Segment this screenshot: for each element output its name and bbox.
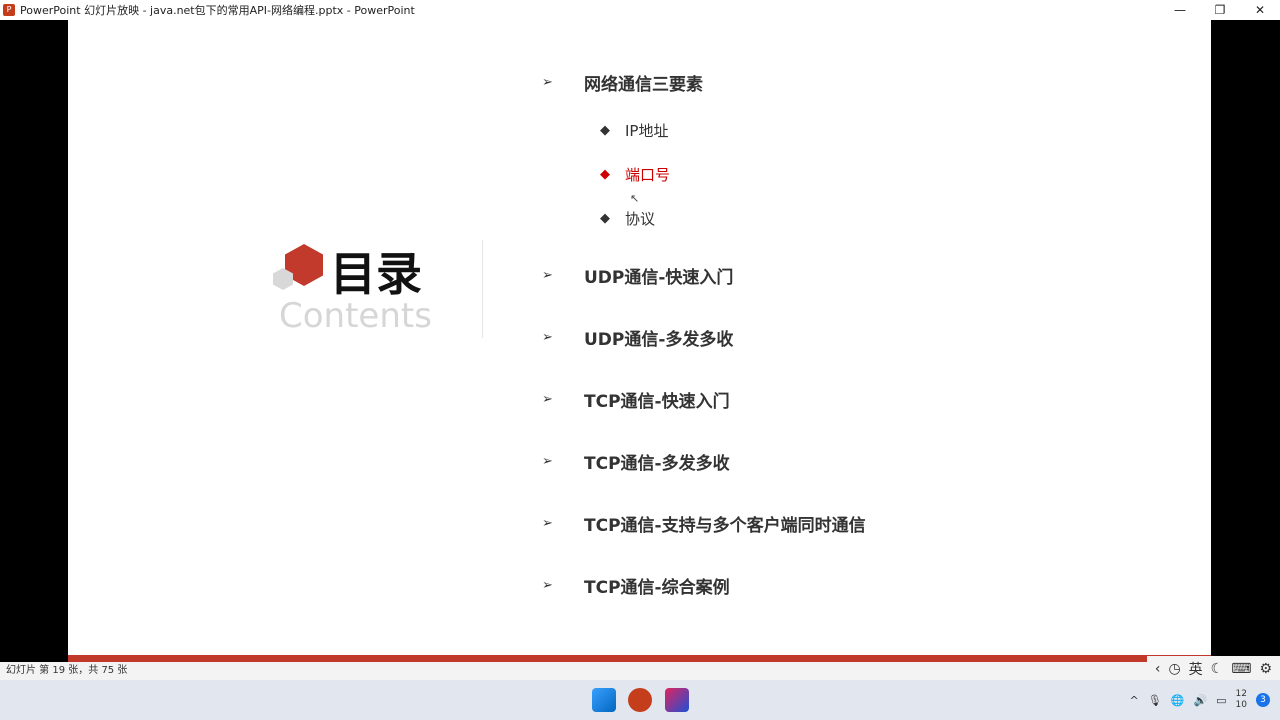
toc-item: ➢ TCP通信-综合案例 — [542, 573, 730, 598]
slide-heading: 目录 — [330, 247, 422, 301]
restore-button[interactable]: ❐ — [1200, 0, 1240, 20]
ime-toolbar: ‹ ◷ 英 ☾ ⌨ ⚙ — [1146, 656, 1280, 682]
network-icon[interactable]: 🌐 — [1171, 694, 1185, 707]
notification-badge[interactable]: 3 — [1256, 693, 1270, 707]
toc-subitem: ◆ IP地址 — [600, 120, 668, 141]
arrow-bullet-icon: ➢ — [542, 454, 553, 469]
system-tray: ^ 🎙 🌐 🔊 ▭ 12 10 3 — [1130, 680, 1270, 720]
battery-icon[interactable]: ▭ — [1216, 694, 1226, 707]
toc-subitem-label: IP地址 — [625, 122, 669, 140]
toc-item-label: TCP通信-快速入门 — [584, 392, 730, 412]
arrow-bullet-icon: ➢ — [542, 516, 553, 531]
microphone-icon[interactable]: 🎙 — [1148, 694, 1162, 707]
title-bar: P PowerPoint 幻灯片放映 - java.net包下的常用API-网络… — [0, 0, 1280, 20]
diamond-bullet-icon: ◆ — [600, 211, 610, 226]
powerpoint-icon: P — [3, 4, 15, 16]
ime-language[interactable]: 英 — [1189, 659, 1203, 679]
toc-item-label: 网络通信三要素 — [584, 75, 703, 95]
toc-item: ➢ UDP通信-快速入门 — [542, 263, 733, 288]
arrow-bullet-icon: ➢ — [542, 578, 553, 593]
slide-counter: 幻灯片 第 19 张，共 75 张 — [6, 665, 128, 676]
toc-item-label: TCP通信-综合案例 — [584, 578, 730, 598]
diamond-bullet-icon: ◆ — [600, 167, 610, 182]
diamond-bullet-icon: ◆ — [600, 123, 610, 138]
windows-start-icon[interactable] — [592, 688, 616, 712]
toc-item-label: TCP通信-多发多收 — [584, 454, 730, 474]
divider — [482, 240, 483, 338]
volume-icon[interactable]: 🔊 — [1193, 694, 1207, 707]
arrow-bullet-icon: ➢ — [542, 75, 553, 90]
toc-item-label: UDP通信-多发多收 — [584, 330, 734, 350]
toc-subitem-label: 端口号 — [625, 166, 671, 184]
toc-item: ➢ TCP通信-支持与多个客户端同时通信 — [542, 511, 866, 536]
slide-footer-bar — [68, 655, 1211, 662]
clock-icon[interactable]: ◷ — [1168, 661, 1180, 677]
arrow-bullet-icon: ➢ — [542, 392, 553, 407]
minimize-button[interactable]: — — [1160, 0, 1200, 20]
toc-item-label: TCP通信-支持与多个客户端同时通信 — [584, 516, 866, 536]
toc-subitem-active: ◆ 端口号 — [600, 164, 670, 185]
toc-item-label: UDP通信-快速入门 — [584, 268, 734, 288]
slide-subheading: Contents — [279, 296, 432, 336]
close-button[interactable]: ✕ — [1240, 0, 1280, 20]
powerpoint-taskbar-icon[interactable] — [628, 688, 652, 712]
moon-icon[interactable]: ☾ — [1211, 661, 1224, 677]
mouse-cursor-icon: ↖ — [630, 192, 640, 205]
arrow-bullet-icon: ➢ — [542, 268, 553, 283]
toc-subitem-label: 协议 — [625, 210, 656, 228]
gear-icon[interactable]: ⚙ — [1259, 661, 1272, 677]
toc-item: ➢ UDP通信-多发多收 — [542, 325, 733, 350]
toc-item: ➢ TCP通信-多发多收 — [542, 449, 730, 474]
clock[interactable]: 12 10 — [1236, 689, 1247, 711]
chevron-up-icon[interactable]: ^ — [1130, 694, 1139, 707]
toc-item: ➢ 网络通信三要素 — [542, 70, 703, 95]
taskbar: ^ 🎙 🌐 🔊 ▭ 12 10 3 — [0, 680, 1280, 720]
prev-icon[interactable]: ‹ — [1155, 661, 1161, 677]
arrow-bullet-icon: ➢ — [542, 330, 553, 345]
toc-subitem: ◆ 协议 — [600, 208, 655, 229]
slide: 目录 Contents ➢ 网络通信三要素 ◆ IP地址 ◆ 端口号 ↖ ◆ 协议 ➢ U… — [68, 20, 1211, 662]
status-bar: 幻灯片 第 19 张，共 75 张 — [0, 662, 1280, 680]
keyboard-icon[interactable]: ⌨ — [1231, 661, 1251, 677]
toc-item: ➢ TCP通信-快速入门 — [542, 387, 730, 412]
window-title: PowerPoint 幻灯片放映 - java.net包下的常用API-网络编程… — [20, 4, 415, 17]
intellij-taskbar-icon[interactable] — [665, 688, 689, 712]
